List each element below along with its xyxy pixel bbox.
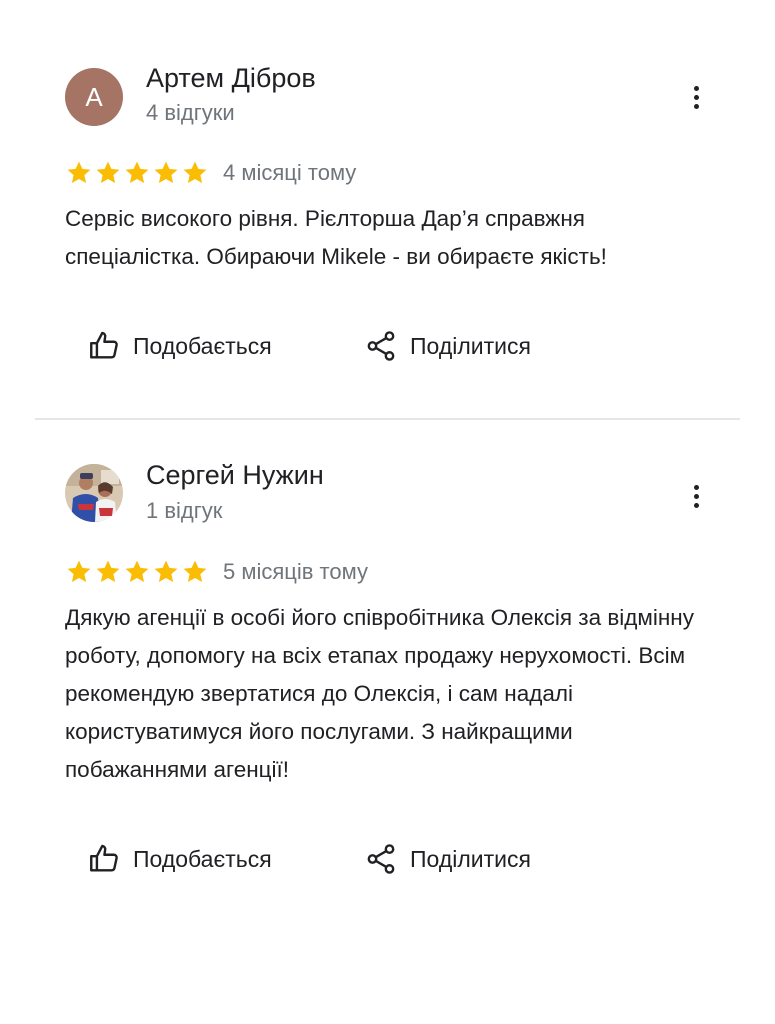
avatar-letter: А bbox=[85, 82, 103, 112]
author-name[interactable]: Артем Дібров bbox=[146, 63, 316, 94]
like-button[interactable]: Подобається bbox=[87, 329, 364, 363]
more-options-button[interactable] bbox=[680, 476, 712, 516]
rating-row: 5 місяців тому bbox=[65, 557, 368, 587]
share-button[interactable]: Поділитися bbox=[364, 329, 531, 363]
thumb-up-outline-icon bbox=[90, 331, 118, 359]
avatar[interactable]: А bbox=[65, 68, 123, 126]
star-icon bbox=[183, 560, 207, 583]
star-icon bbox=[183, 161, 207, 184]
star-icon bbox=[154, 560, 178, 583]
avatar[interactable] bbox=[65, 464, 123, 522]
like-label: Подобається bbox=[133, 845, 272, 872]
more-options-button[interactable] bbox=[680, 77, 712, 117]
more-vertical-icon bbox=[693, 85, 699, 91]
review-date: 5 місяців тому bbox=[223, 559, 368, 584]
avatar-photo bbox=[65, 464, 123, 522]
author-review-count: 4 відгуки bbox=[146, 100, 235, 125]
star-icon bbox=[67, 161, 91, 184]
share-icon bbox=[367, 844, 395, 874]
like-label: Подобається bbox=[133, 332, 272, 359]
thumb-up-outline-icon bbox=[90, 844, 118, 872]
share-label: Поділитися bbox=[410, 332, 531, 359]
star-icon bbox=[96, 161, 120, 184]
review-date: 4 місяці тому bbox=[223, 160, 357, 185]
review-actions: Подобається Поділитися bbox=[87, 326, 531, 366]
star-rating bbox=[65, 159, 209, 187]
more-vertical-icon bbox=[693, 484, 699, 490]
review-text: Сервіс високого рівня. Рієлторша Дар’я с… bbox=[65, 206, 607, 269]
share-icon bbox=[367, 331, 395, 361]
review-card: Сергей Нужин 1 відгук 5 місяців тому Дяк… bbox=[0, 420, 775, 1024]
star-rating bbox=[65, 558, 209, 586]
star-icon bbox=[125, 161, 149, 184]
share-label: Поділитися bbox=[410, 845, 531, 872]
star-icon bbox=[125, 560, 149, 583]
review-actions: Подобається Поділитися bbox=[87, 839, 531, 879]
share-button[interactable]: Поділитися bbox=[364, 842, 531, 876]
review-card: А Артем Дібров 4 відгуки 4 місяці тому С… bbox=[0, 0, 775, 418]
star-icon bbox=[154, 161, 178, 184]
author-review-count: 1 відгук bbox=[146, 498, 223, 523]
like-button[interactable]: Подобається bbox=[87, 842, 364, 876]
star-icon bbox=[67, 560, 91, 583]
rating-row: 4 місяці тому bbox=[65, 158, 356, 188]
star-icon bbox=[96, 560, 120, 583]
author-name[interactable]: Сергей Нужин bbox=[146, 460, 324, 491]
review-text: Дякую агенції в особі його співробітника… bbox=[65, 605, 694, 782]
